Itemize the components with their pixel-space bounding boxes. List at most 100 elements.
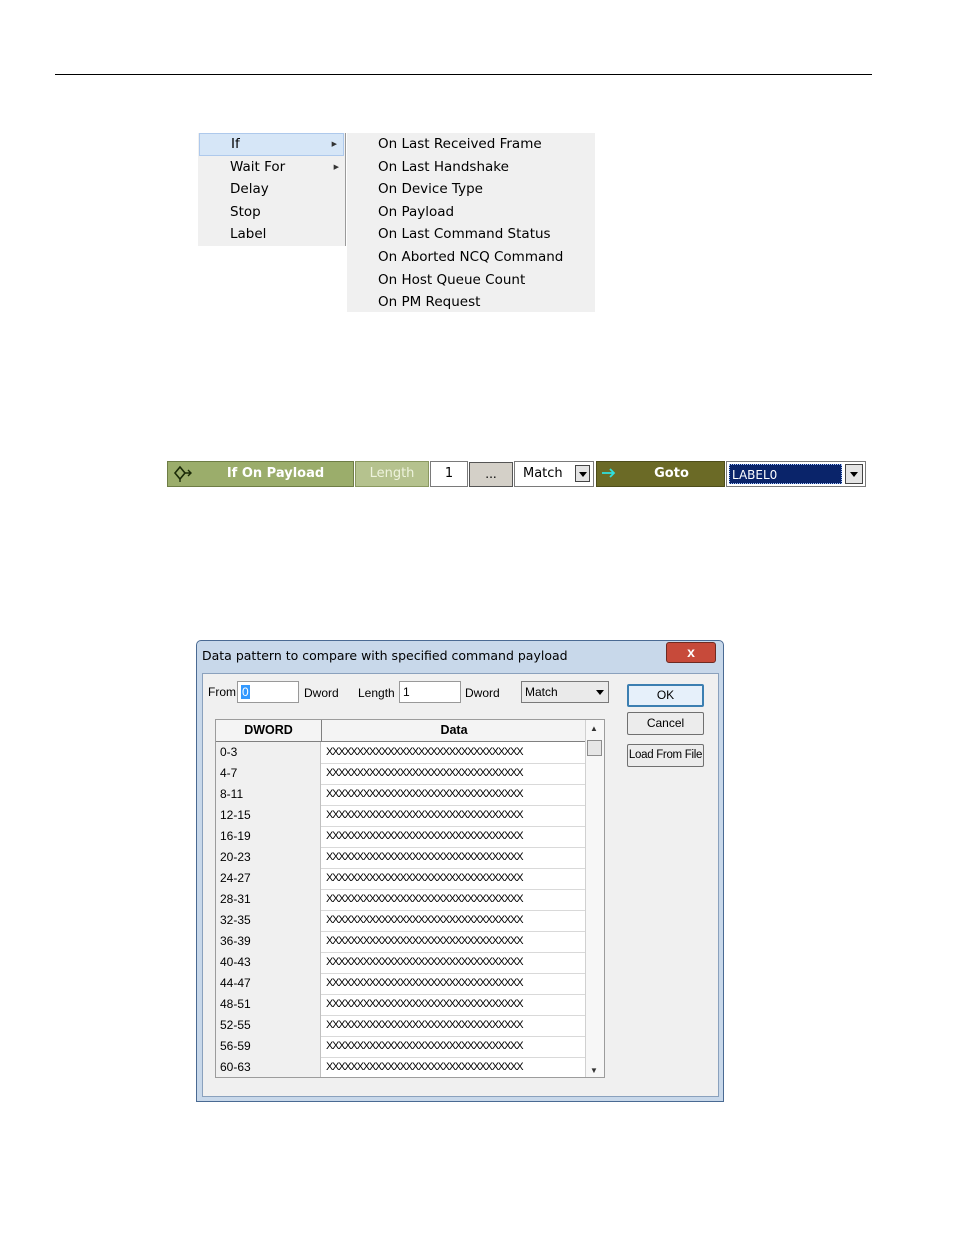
dropdown-arrow-icon[interactable] <box>845 464 863 484</box>
data-cell[interactable]: XXXXXXXXXXXXXXXXXXXXXXXXXXXXXXXX <box>322 1057 586 1077</box>
table-row[interactable]: 56-59 XXXXXXXXXXXXXXXXXXXXXXXXXXXXXXXX <box>216 1036 586 1058</box>
menu-item-stop[interactable]: Stop <box>198 201 345 224</box>
table-row[interactable]: 36-39 XXXXXXXXXXXXXXXXXXXXXXXXXXXXXXXX <box>216 931 586 953</box>
menu-item-label: If <box>231 136 240 152</box>
from-value: 0 <box>241 685 250 699</box>
condition-block[interactable]: If On Payload <box>167 461 354 487</box>
dialog-title: Data pattern to compare with specified c… <box>202 648 568 663</box>
data-cell[interactable]: XXXXXXXXXXXXXXXXXXXXXXXXXXXXXXXX <box>322 868 586 889</box>
submenu-item-aborted-ncq-command[interactable]: On Aborted NCQ Command <box>347 246 595 269</box>
menu-item-if[interactable]: If ▶ <box>199 133 344 156</box>
table-row[interactable]: 60-63 XXXXXXXXXXXXXXXXXXXXXXXXXXXXXXXX <box>216 1057 586 1077</box>
if-submenu: On Last Received Frame On Last Handshake… <box>347 133 595 312</box>
data-cell[interactable]: XXXXXXXXXXXXXXXXXXXXXXXXXXXXXXXX <box>322 826 586 847</box>
vertical-scrollbar[interactable]: ▲ ▼ <box>585 720 604 1077</box>
from-field[interactable]: 0 <box>237 681 299 703</box>
table-row[interactable]: 4-7 XXXXXXXXXXXXXXXXXXXXXXXXXXXXXXXX <box>216 763 586 785</box>
close-icon: x <box>687 644 695 660</box>
column-header-dword[interactable]: DWORD <box>216 720 322 741</box>
submenu-item-last-handshake[interactable]: On Last Handshake <box>347 156 595 179</box>
table-row[interactable]: 32-35 XXXXXXXXXXXXXXXXXXXXXXXXXXXXXXXX <box>216 910 586 932</box>
data-cell[interactable]: XXXXXXXXXXXXXXXXXXXXXXXXXXXXXXXX <box>322 889 586 910</box>
table-row[interactable]: 48-51 XXXXXXXXXXXXXXXXXXXXXXXXXXXXXXXX <box>216 994 586 1016</box>
data-cell[interactable]: XXXXXXXXXXXXXXXXXXXXXXXXXXXXXXXX <box>322 805 586 826</box>
table-row[interactable]: 20-23 XXXXXXXXXXXXXXXXXXXXXXXXXXXXXXXX <box>216 847 586 869</box>
dialog-body: From 0 Dword Length 1 Dword Match OK Can… <box>202 673 719 1097</box>
data-cell[interactable]: XXXXXXXXXXXXXXXXXXXXXXXXXXXXXXXX <box>322 1036 586 1057</box>
data-cell[interactable]: XXXXXXXXXXXXXXXXXXXXXXXXXXXXXXXX <box>322 742 586 763</box>
column-header-data[interactable]: Data <box>322 720 586 741</box>
data-cell[interactable]: XXXXXXXXXXXXXXXXXXXXXXXXXXXXXXXX <box>322 973 586 994</box>
length-field[interactable]: 1 <box>399 681 461 703</box>
dword-cell: 4-7 <box>216 763 321 784</box>
dword-cell: 24-27 <box>216 868 321 889</box>
goto-target-value: LABEL0 <box>729 464 842 484</box>
menu-item-delay[interactable]: Delay <box>198 178 345 201</box>
data-cell[interactable]: XXXXXXXXXXXXXXXXXXXXXXXXXXXXXXXX <box>322 910 586 931</box>
match-mode-select[interactable]: Match <box>521 681 609 703</box>
menu-item-label: Label <box>230 226 267 243</box>
goto-target-select[interactable]: LABEL0 <box>726 461 866 487</box>
length-unit-label: Dword <box>465 686 500 700</box>
dropdown-arrow-icon[interactable] <box>575 465 590 482</box>
submenu-arrow-icon: ▶ <box>333 162 339 171</box>
submenu-item-device-type[interactable]: On Device Type <box>347 178 595 201</box>
dword-cell: 36-39 <box>216 931 321 952</box>
dword-cell: 60-63 <box>216 1057 321 1077</box>
submenu-item-host-queue-count[interactable]: On Host Queue Count <box>347 269 595 292</box>
browse-pattern-button[interactable]: ... <box>469 462 513 487</box>
table-row[interactable]: 0-3 XXXXXXXXXXXXXXXXXXXXXXXXXXXXXXXX <box>216 742 586 764</box>
dword-cell: 28-31 <box>216 889 321 910</box>
data-cell[interactable]: XXXXXXXXXXXXXXXXXXXXXXXXXXXXXXXX <box>322 931 586 952</box>
scroll-up-icon[interactable]: ▲ <box>590 724 598 733</box>
scroll-thumb[interactable] <box>587 740 602 756</box>
from-label: From <box>208 685 236 699</box>
menu-item-label: Wait For <box>230 158 286 175</box>
data-cell[interactable]: XXXXXXXXXXXXXXXXXXXXXXXXXXXXXXXX <box>322 952 586 973</box>
menu-item-label: Stop <box>230 203 261 220</box>
dword-cell: 48-51 <box>216 994 321 1015</box>
action-label: Goto <box>654 466 689 481</box>
menu-item-label[interactable]: Label <box>198 223 345 246</box>
table-row[interactable]: 40-43 XXXXXXXXXXXXXXXXXXXXXXXXXXXXXXXX <box>216 952 586 974</box>
match-select[interactable]: Match <box>514 461 594 487</box>
dword-cell: 44-47 <box>216 973 321 994</box>
submenu-item-payload[interactable]: On Payload <box>347 201 595 224</box>
length-value-field[interactable]: 1 <box>430 461 468 487</box>
data-pattern-dialog: Data pattern to compare with specified c… <box>196 640 724 1102</box>
match-mode-value: Match <box>525 685 558 699</box>
table-row[interactable]: 44-47 XXXXXXXXXXXXXXXXXXXXXXXXXXXXXXXX <box>216 973 586 995</box>
table-row[interactable]: 24-27 XXXXXXXXXXXXXXXXXXXXXXXXXXXXXXXX <box>216 868 586 890</box>
table-row[interactable]: 28-31 XXXXXXXXXXXXXXXXXXXXXXXXXXXXXXXX <box>216 889 586 911</box>
submenu-item-last-received-frame[interactable]: On Last Received Frame <box>347 133 595 156</box>
dword-cell: 40-43 <box>216 952 321 973</box>
load-from-file-button[interactable]: Load From File <box>627 744 704 767</box>
condition-label: If On Payload <box>226 466 325 481</box>
dword-cell: 56-59 <box>216 1036 321 1057</box>
close-button[interactable]: x <box>666 642 716 663</box>
table-row[interactable]: 12-15 XXXXXXXXXXXXXXXXXXXXXXXXXXXXXXXX <box>216 805 586 827</box>
pattern-table: DWORD Data 0-3 XXXXXXXXXXXXXXXXXXXXXXXXXX… <box>215 719 605 1078</box>
from-unit-label: Dword <box>304 686 339 700</box>
submenu-item-last-command-status[interactable]: On Last Command Status <box>347 223 595 246</box>
data-cell[interactable]: XXXXXXXXXXXXXXXXXXXXXXXXXXXXXXXX <box>322 1015 586 1036</box>
dword-cell: 12-15 <box>216 805 321 826</box>
menu-item-wait-for[interactable]: Wait For ▶ <box>198 156 345 179</box>
data-cell[interactable]: XXXXXXXXXXXXXXXXXXXXXXXXXXXXXXXX <box>322 763 586 784</box>
length-label-block: Length <box>355 461 429 487</box>
data-cell[interactable]: XXXXXXXXXXXXXXXXXXXXXXXXXXXXXXXX <box>322 847 586 868</box>
table-row[interactable]: 52-55 XXXXXXXXXXXXXXXXXXXXXXXXXXXXXXXX <box>216 1015 586 1037</box>
condition-icon <box>173 465 192 482</box>
dword-cell: 32-35 <box>216 910 321 931</box>
action-block[interactable]: Goto <box>596 461 725 487</box>
data-cell[interactable]: XXXXXXXXXXXXXXXXXXXXXXXXXXXXXXXX <box>322 994 586 1015</box>
submenu-arrow-icon: ▶ <box>331 140 337 148</box>
submenu-item-pm-request[interactable]: On PM Request <box>347 291 595 314</box>
arrow-right-icon <box>602 468 616 478</box>
table-row[interactable]: 8-11 XXXXXXXXXXXXXXXXXXXXXXXXXXXXXXXX <box>216 784 586 806</box>
cancel-button[interactable]: Cancel <box>627 712 704 735</box>
ok-button[interactable]: OK <box>627 684 704 707</box>
table-row[interactable]: 16-19 XXXXXXXXXXXXXXXXXXXXXXXXXXXXXXXX <box>216 826 586 848</box>
scroll-down-icon[interactable]: ▼ <box>590 1066 598 1075</box>
data-cell[interactable]: XXXXXXXXXXXXXXXXXXXXXXXXXXXXXXXX <box>322 784 586 805</box>
